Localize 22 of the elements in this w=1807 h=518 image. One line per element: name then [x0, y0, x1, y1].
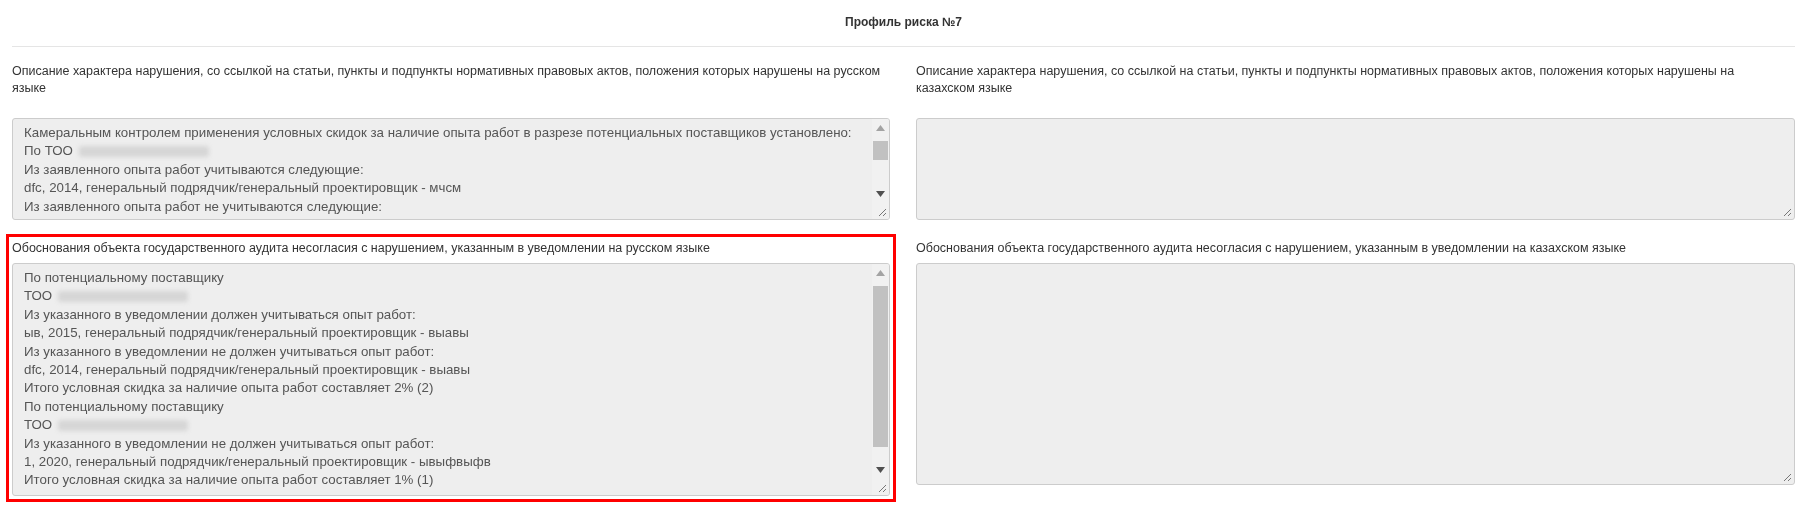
text-line: 1, 2020, генеральный подрядчик/генеральный проектировщик - ывыфвыфв — [24, 453, 491, 472]
text-line: Камеральным контролем применения условных скидок за наличие опыта работ в разрезе потенциальных поставщиков установлено: — [24, 124, 852, 142]
text-line: Из указанного в уведомлении не должен учитываться опыт работ: — [24, 342, 435, 361]
field-label: Описание характера нарушения, со ссылкой на статьи, пункты и подпункты нормативных правовых актов, положения которых нарушены на русском языке — [12, 63, 882, 97]
text-line: По потенциальному поставщику — [24, 397, 224, 416]
text-line: Итого условная скидка за наличие опыта работ составляет 1% (1) — [24, 471, 434, 490]
page-title: Профиль риска №7 — [12, 0, 1795, 47]
text-line: Из указанного в уведомлении не должен учитываться опыт работ: — [24, 434, 435, 453]
text-line: По ТОО — [24, 142, 73, 161]
text-line: Из заявленного опыта работ учитываются следующие: — [24, 160, 364, 179]
text-line: dfc, 2014, генеральный подрядчик/генеральный проектировщик - выавы — [24, 361, 470, 380]
text-line: Из указанного в уведомлении должен учитываться опыт работ: — [24, 305, 416, 324]
text-line: Из заявленного опыта работ не учитываются следующие: — [24, 197, 383, 216]
text-line: dfc, 2014, генеральный подрядчик/генеральный проектировщик - мчсм — [24, 179, 462, 198]
text-line: По потенциальному поставщику — [24, 269, 224, 287]
text-line: ыв, 2015, генеральный подрядчик/генеральный проектировщик - выавы — [24, 324, 469, 343]
field-label: Описание характера нарушения, со ссылкой на статьи, пункты и подпункты нормативных правовых актов, положения которых нарушены на казахском языке — [916, 63, 1736, 97]
text-line: Итого условная скидка за наличие опыта работ составляет 2% (2) — [24, 379, 434, 398]
field-label: Обоснования объекта государственного аудита несогласия с нарушением, указанным в уведомлении на казахском языке — [916, 240, 1628, 257]
text-line: ТОО — [24, 416, 53, 435]
field-label: Обоснования объекта государственного аудита несогласия с нарушением, указанным в уведомлении на русском языке — [12, 240, 711, 257]
text-line: ТОО — [24, 287, 53, 306]
